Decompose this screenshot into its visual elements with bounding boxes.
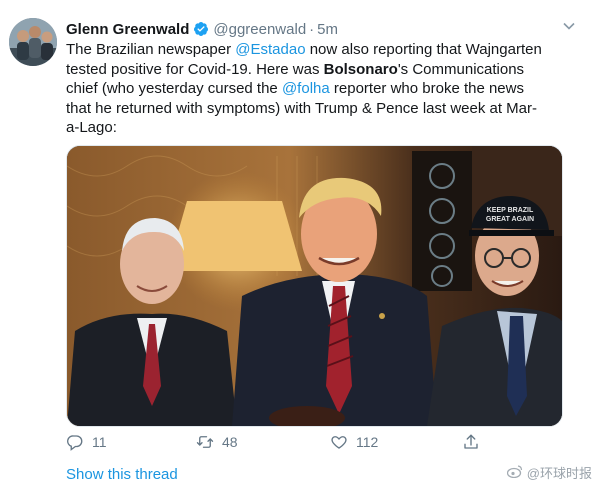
mention-link[interactable]: @folha	[282, 80, 330, 97]
separator-dot: ·	[309, 20, 315, 38]
show-thread-link[interactable]: Show this thread	[66, 466, 178, 483]
verified-badge-icon	[193, 21, 209, 37]
reply-icon	[66, 435, 83, 451]
bold-text: Bolsonaro	[323, 60, 398, 78]
like-count: 112	[356, 434, 379, 450]
chevron-down-icon[interactable]	[562, 19, 576, 33]
hat-text-line1: KEEP BRAZIL	[487, 207, 534, 214]
mention-link[interactable]: @Estadao	[235, 41, 305, 58]
like-button[interactable]: 112	[330, 430, 378, 454]
weibo-icon	[506, 464, 523, 481]
tweet-header: Glenn Greenwald @ggreenwald · 5m	[66, 18, 338, 40]
watermark: @环球时报	[506, 463, 592, 482]
reply-count: 11	[92, 434, 107, 450]
share-button[interactable]	[462, 430, 480, 454]
retweet-button[interactable]: 48	[196, 430, 238, 454]
retweet-count: 48	[222, 434, 238, 450]
tweet-timestamp[interactable]: 5m	[317, 21, 338, 38]
tweet-actions: 11 48 112	[66, 430, 506, 454]
retweet-icon	[196, 436, 214, 448]
tweet-card[interactable]: Glenn Greenwald @ggreenwald · 5m The Bra…	[0, 0, 600, 491]
share-icon	[464, 434, 478, 449]
reply-button[interactable]: 11	[66, 430, 107, 454]
tweet-text-segment: The Brazilian newspaper	[66, 41, 236, 58]
like-icon	[331, 436, 347, 449]
photo-illustration: KEEP BRAZIL GREAT AGAIN	[67, 146, 562, 426]
tweet-photo[interactable]: KEEP BRAZIL GREAT AGAIN	[66, 145, 563, 427]
author-handle[interactable]: @ggreenwald	[213, 21, 306, 38]
hat-text-line2: GREAT AGAIN	[486, 216, 534, 223]
tweet-text: The Brazilian newspaper @Estadao now als…	[66, 40, 546, 138]
author-display-name[interactable]: Glenn Greenwald	[66, 21, 189, 38]
watermark-text: @环球时报	[526, 466, 592, 481]
avatar[interactable]	[9, 18, 57, 66]
